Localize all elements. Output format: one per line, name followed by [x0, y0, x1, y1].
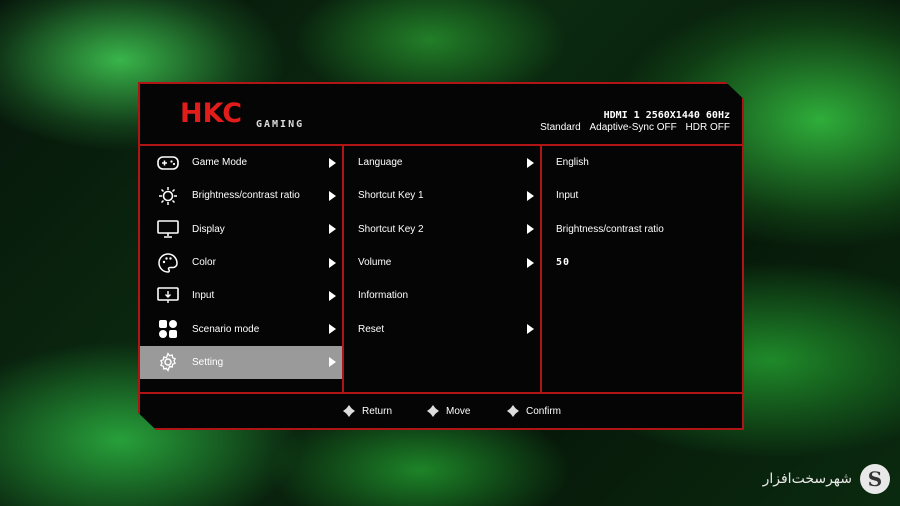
- signal-info: HDMI 1 2560X1440 60Hz: [603, 110, 730, 121]
- chevron-right-icon: [527, 190, 534, 201]
- dpad-icon: [506, 404, 520, 418]
- submenu-item-label: Language: [358, 157, 403, 169]
- chevron-right-icon: [329, 224, 336, 235]
- chevron-right-icon: [329, 357, 336, 368]
- submenu-item-label: Reset: [358, 323, 385, 335]
- confirm-label: Confirm: [526, 405, 562, 417]
- submenu-item-shortcut-key-1[interactable]: Shortcut Key 1: [344, 179, 540, 212]
- move-label: Move: [446, 405, 471, 417]
- chevron-right-icon: [329, 190, 336, 201]
- palette-icon: [156, 252, 180, 273]
- chevron-right-icon: [527, 324, 534, 335]
- return-hint: Return: [342, 404, 392, 418]
- osd-footer: Return Move Confirm: [140, 392, 742, 428]
- main-menu: Game Mode Brightness/contrast ratio Disp…: [140, 146, 344, 394]
- menu-item-game-mode[interactable]: Game Mode: [140, 146, 342, 179]
- submenu-item-volume[interactable]: Volume: [344, 246, 540, 279]
- picture-mode-status: Standard: [540, 122, 581, 133]
- menu-item-scenario-mode[interactable]: Scenario mode: [140, 312, 342, 345]
- chevron-right-icon: [329, 157, 336, 168]
- chevron-right-icon: [329, 290, 336, 301]
- submenu-item-shortcut-key-2[interactable]: Shortcut Key 2: [344, 213, 540, 246]
- input-icon: [156, 286, 180, 306]
- menu-item-label: Setting: [192, 356, 224, 368]
- menu-item-label: Display: [192, 223, 225, 235]
- grid-icon: [156, 319, 180, 339]
- menu-item-label: Input: [192, 290, 215, 302]
- menu-item-input[interactable]: Input: [140, 279, 342, 312]
- sub-menu: Language Shortcut Key 1 Shortcut Key 2 V…: [344, 146, 542, 394]
- sun-icon: [156, 186, 180, 206]
- dpad-icon: [426, 404, 440, 418]
- chevron-right-icon: [527, 257, 534, 268]
- watermark-text: شهرسخت‌افزار: [762, 471, 852, 487]
- gear-icon: [156, 352, 180, 373]
- language-value: English: [556, 157, 589, 169]
- submenu-item-label: Information: [358, 290, 409, 302]
- shortcut-key-1-value: Input: [556, 190, 579, 202]
- chevron-right-icon: [329, 257, 336, 268]
- adaptive-sync-status: Adaptive-Sync OFF: [589, 122, 677, 133]
- submenu-item-information[interactable]: Information: [344, 279, 540, 312]
- chevron-right-icon: [329, 324, 336, 335]
- menu-item-label: Color: [192, 257, 216, 269]
- submenu-item-reset[interactable]: Reset: [344, 312, 540, 345]
- menu-item-color[interactable]: Color: [140, 246, 342, 279]
- submenu-item-label: Shortcut Key 2: [358, 223, 424, 235]
- monitor-icon: [156, 219, 180, 239]
- shortcut-key-2-value: Brightness/contrast ratio: [556, 223, 664, 235]
- osd-header: HKC GAMING HDMI 1 2560X1440 60Hz Standar…: [140, 84, 742, 146]
- menu-item-display[interactable]: Display: [140, 213, 342, 246]
- status-line: Standard Adaptive-Sync OFF HDR OFF: [534, 122, 730, 133]
- gaming-label: GAMING: [256, 119, 305, 130]
- gamepad-icon: [156, 153, 180, 173]
- menu-item-label: Scenario mode: [192, 323, 260, 335]
- value-column: English Input Brightness/contrast ratio …: [542, 146, 740, 394]
- hdr-status: HDR OFF: [685, 122, 730, 133]
- menu-item-label: Game Mode: [192, 157, 248, 169]
- chevron-right-icon: [527, 157, 534, 168]
- watermark-logo: S: [860, 464, 890, 494]
- chevron-right-icon: [527, 224, 534, 235]
- confirm-hint: Confirm: [506, 404, 561, 418]
- menu-item-label: Brightness/contrast ratio: [192, 190, 300, 202]
- watermark: شهرسخت‌افزار S: [763, 464, 890, 494]
- submenu-item-language[interactable]: Language: [344, 146, 540, 179]
- volume-value: 50: [556, 257, 571, 269]
- osd-panel: HKC GAMING HDMI 1 2560X1440 60Hz Standar…: [138, 82, 744, 430]
- submenu-item-label: Shortcut Key 1: [358, 190, 424, 202]
- hkc-logo: HKC: [180, 98, 243, 129]
- move-hint: Move: [426, 404, 470, 418]
- menu-item-brightness[interactable]: Brightness/contrast ratio: [140, 179, 342, 212]
- return-label: Return: [362, 405, 393, 417]
- submenu-item-label: Volume: [358, 257, 392, 269]
- menu-item-setting[interactable]: Setting: [140, 345, 342, 380]
- dpad-icon: [342, 404, 356, 418]
